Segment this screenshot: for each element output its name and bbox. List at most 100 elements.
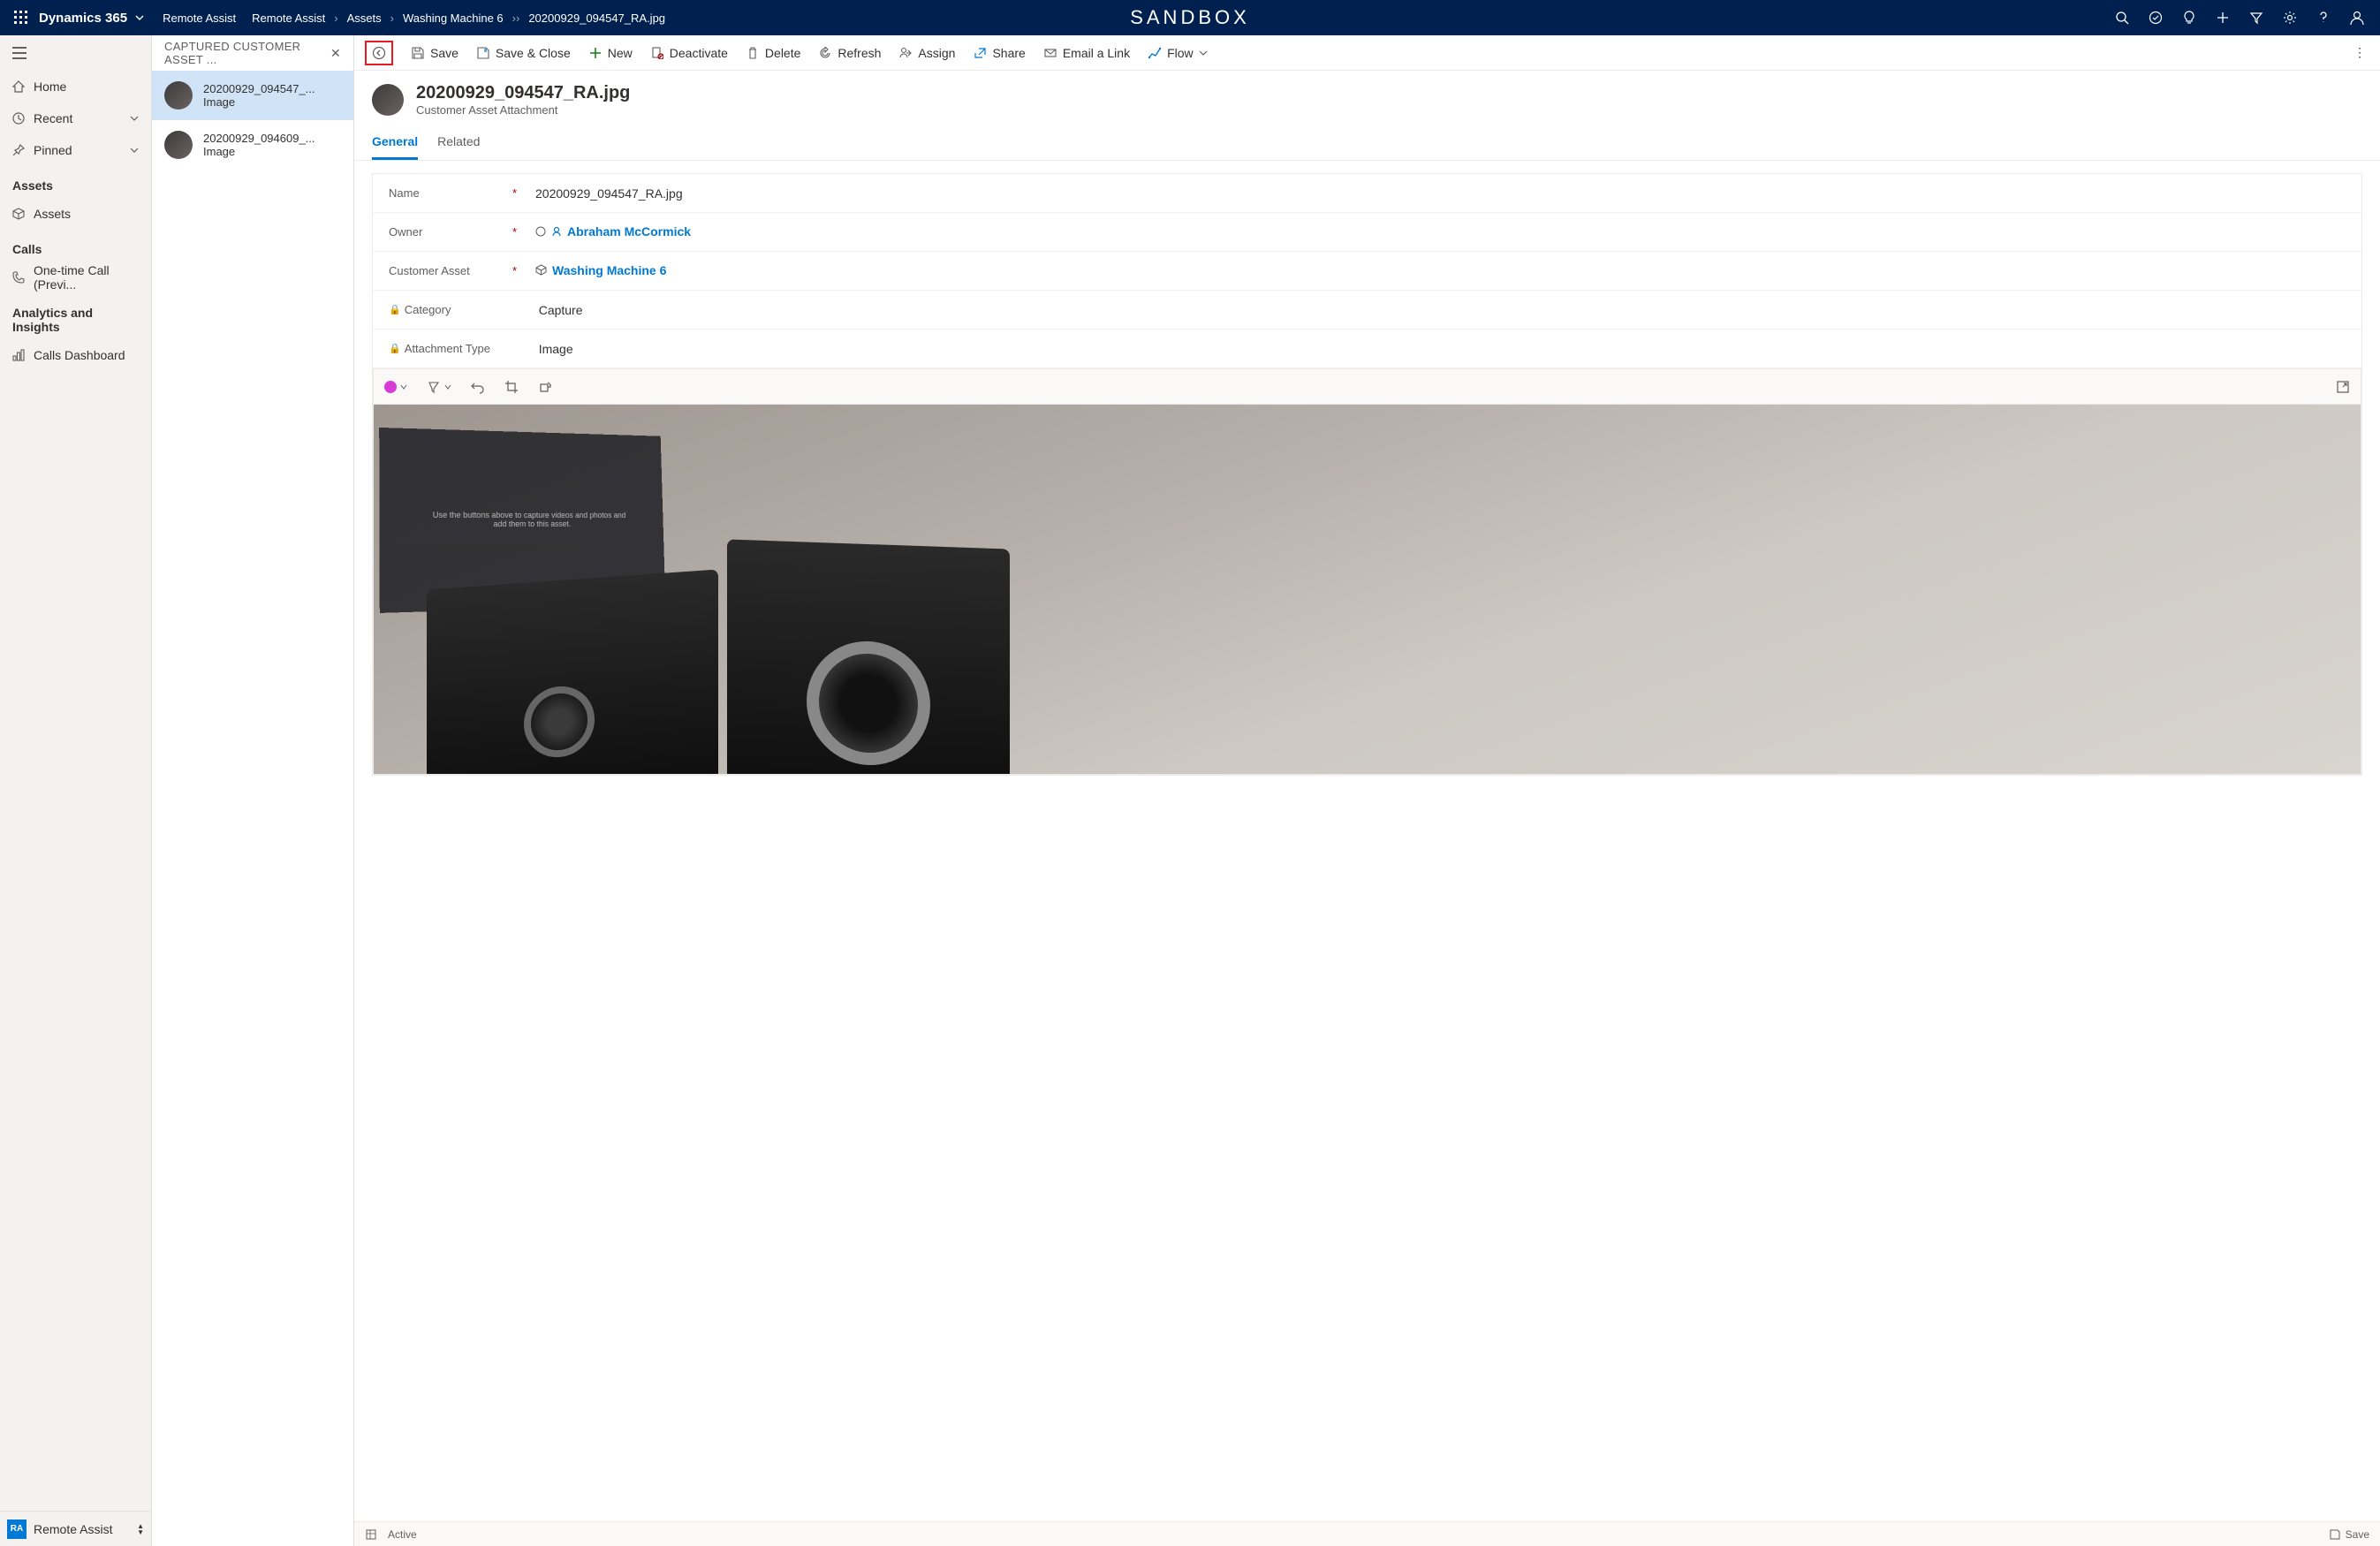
nav-recent[interactable]: Recent <box>0 102 151 134</box>
user-avatar-icon[interactable] <box>2348 9 2366 27</box>
task-icon[interactable] <box>2147 9 2164 27</box>
expand-tool[interactable] <box>2336 380 2350 394</box>
field-value[interactable]: 20200929_094547_RA.jpg <box>535 186 2346 201</box>
email-link-button[interactable]: Email a Link <box>1043 46 1130 60</box>
color-dot-icon <box>384 381 397 393</box>
field-owner[interactable]: Owner * Abraham McCormick <box>373 213 2361 252</box>
filter-icon[interactable] <box>2247 9 2265 27</box>
cmd-label: Flow <box>1167 46 1194 60</box>
customer-asset-name: Washing Machine 6 <box>552 263 666 277</box>
record-tabs: General Related <box>354 122 2380 161</box>
breadcrumb-item[interactable]: Assets <box>347 11 382 25</box>
status-icon[interactable] <box>365 1528 377 1541</box>
area-badge: RA <box>7 1519 27 1539</box>
breadcrumb-item[interactable]: Remote Assist <box>252 11 325 25</box>
record-title: 20200929_094547_RA.jpg <box>416 83 630 103</box>
asset-list-item[interactable]: 20200929_094609_... Image <box>152 120 353 170</box>
overflow-icon[interactable]: ⋮ <box>2350 45 2369 60</box>
status-bar: Active Save <box>354 1521 2380 1546</box>
asset-thumbnail <box>164 131 193 159</box>
rotate-tool[interactable] <box>538 380 552 394</box>
lightbulb-icon[interactable] <box>2180 9 2198 27</box>
field-label: Attachment Type <box>405 342 516 355</box>
flow-icon <box>1148 46 1162 60</box>
plus-icon[interactable] <box>2214 9 2232 27</box>
command-bar: Save Save & Close New Deactivate Delete <box>354 35 2380 71</box>
phone-icon <box>12 271 25 284</box>
nav-area-switcher[interactable]: RA Remote Assist ▲▼ <box>0 1511 151 1546</box>
updown-icon: ▲▼ <box>137 1523 144 1535</box>
back-button[interactable] <box>365 41 393 65</box>
cmd-label: Save & Close <box>496 46 571 60</box>
field-value: Capture <box>539 303 2346 317</box>
owner-link[interactable]: Abraham McCormick <box>535 224 691 239</box>
product-name[interactable]: Dynamics 365 <box>39 11 127 26</box>
app-launcher-icon[interactable] <box>7 4 35 32</box>
refresh-icon <box>818 46 832 60</box>
save-button[interactable]: Save <box>411 46 459 60</box>
left-nav: Home Recent Pinned Assets Assets Calls O… <box>0 35 152 1546</box>
save-close-icon <box>476 46 490 60</box>
record-thumbnail <box>372 84 404 116</box>
save-close-button[interactable]: Save & Close <box>476 46 571 60</box>
breadcrumb-item[interactable]: 20200929_094547_RA.jpg <box>528 11 665 25</box>
flow-button[interactable]: Flow <box>1148 46 1208 60</box>
asset-item-subtitle: Image <box>203 145 315 158</box>
trash-icon <box>746 46 760 60</box>
nav-label: Calls Dashboard <box>34 348 125 362</box>
asset-list-item[interactable]: 20200929_094547_... Image <box>152 71 353 120</box>
crop-tool[interactable] <box>504 380 519 394</box>
nav-assets[interactable]: Assets <box>0 198 151 230</box>
share-button[interactable]: Share <box>973 46 1025 60</box>
image-viewer[interactable]: Use the buttons above to capture videos … <box>373 404 2361 775</box>
field-customer-asset[interactable]: Customer Asset * Washing Machine 6 <box>373 252 2361 291</box>
field-label: Category <box>405 303 516 316</box>
cmd-label: New <box>608 46 633 60</box>
save-icon <box>411 46 425 60</box>
form-card: Name * 20200929_094547_RA.jpg Owner * Ab… <box>372 173 2362 776</box>
refresh-button[interactable]: Refresh <box>818 46 881 60</box>
cmd-label: Deactivate <box>670 46 728 60</box>
close-icon[interactable]: ✕ <box>330 46 341 61</box>
assign-button[interactable]: Assign <box>898 46 955 60</box>
back-icon <box>372 46 386 60</box>
nav-pinned[interactable]: Pinned <box>0 134 151 166</box>
gear-icon[interactable] <box>2281 9 2299 27</box>
clock-icon <box>12 112 25 125</box>
mail-icon <box>1043 46 1057 60</box>
new-button[interactable]: New <box>588 46 633 60</box>
asset-item-title: 20200929_094547_... <box>203 82 315 95</box>
color-picker-tool[interactable] <box>384 381 407 393</box>
search-icon[interactable] <box>2113 9 2131 27</box>
footer-save-button[interactable]: Save <box>2330 1528 2369 1541</box>
hamburger-icon[interactable] <box>0 35 151 71</box>
customer-asset-link[interactable]: Washing Machine 6 <box>535 263 666 277</box>
field-label: Customer Asset <box>389 264 512 277</box>
tab-related[interactable]: Related <box>437 127 480 160</box>
nav-calls-dashboard[interactable]: Calls Dashboard <box>0 339 151 371</box>
cmd-label: Email a Link <box>1063 46 1130 60</box>
deactivate-button[interactable]: Deactivate <box>650 46 728 60</box>
chevron-right-icon: ›› <box>512 11 520 25</box>
chevron-down-icon[interactable] <box>133 11 147 25</box>
nav-home[interactable]: Home <box>0 71 151 102</box>
assign-icon <box>898 46 913 60</box>
breadcrumb-item[interactable]: Washing Machine 6 <box>403 11 504 25</box>
highlight-tool[interactable] <box>427 380 451 394</box>
record-subtitle: Customer Asset Attachment <box>416 103 630 117</box>
hololens-message: Use the buttons above to capture videos … <box>426 511 632 529</box>
image-toolbar <box>373 368 2361 404</box>
nav-section-title: Analytics and Insights <box>0 293 151 339</box>
breadcrumb-item[interactable]: Remote Assist <box>163 11 236 25</box>
help-icon[interactable] <box>2315 9 2332 27</box>
pin-icon <box>12 144 25 156</box>
tab-general[interactable]: General <box>372 127 418 160</box>
undo-tool[interactable] <box>471 380 485 394</box>
field-name[interactable]: Name * 20200929_094547_RA.jpg <box>373 174 2361 213</box>
area-label: Remote Assist <box>34 1522 130 1536</box>
record-header: 20200929_094547_RA.jpg Customer Asset At… <box>354 71 2380 117</box>
nav-one-time-call[interactable]: One-time Call (Previ... <box>0 261 151 293</box>
washer-left <box>427 569 718 775</box>
delete-button[interactable]: Delete <box>746 46 800 60</box>
field-attachment-type: 🔒 Attachment Type Image <box>373 330 2361 368</box>
